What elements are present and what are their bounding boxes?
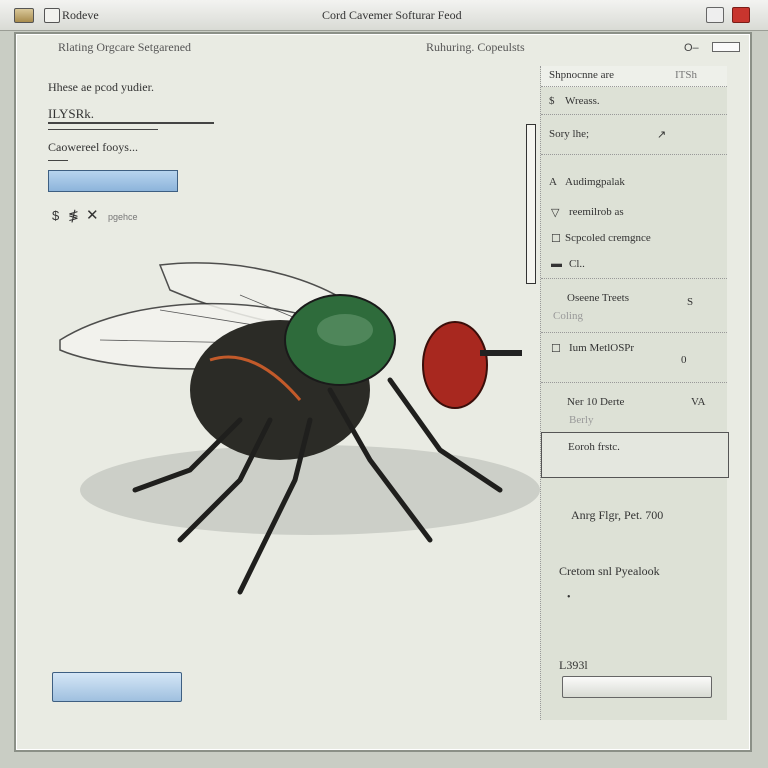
- panel-row-icon: $: [549, 95, 555, 107]
- scrollbar[interactable]: [526, 124, 536, 284]
- panel-row-label[interactable]: Scpcoled cremgnce: [565, 232, 651, 244]
- panel-row-right: 0: [681, 354, 687, 366]
- panel-row-label: Sory lhe;: [549, 128, 590, 140]
- restore-button[interactable]: [706, 7, 724, 23]
- field2-label: Caowereel fooys...: [48, 140, 138, 154]
- panel-row-icon: A: [549, 176, 557, 188]
- panel-row[interactable]: Sory lhe; ↗: [541, 114, 727, 155]
- panel-row-label[interactable]: Audimgpalak: [565, 176, 625, 188]
- info-line-1: Anrg Flgr, Pet. 700: [571, 508, 664, 522]
- bullet-icon: •: [567, 592, 571, 603]
- menu-field[interactable]: [712, 42, 740, 52]
- panel-row-label: Ium MetlOSPr: [569, 342, 635, 354]
- right-panel: Shpnocnne are ITSh $ Wreass. Sory lhe; ↗…: [540, 66, 729, 720]
- close-button[interactable]: [732, 7, 750, 23]
- fly-illustration: [59, 262, 540, 595]
- info-line-3: L393l: [559, 658, 588, 672]
- panel-row-label: Eoroh frstc.: [568, 441, 620, 453]
- thorax-highlight: [317, 314, 373, 346]
- menu-right[interactable]: Ruhuring. Copeulsts: [426, 40, 525, 55]
- bottom-right-button[interactable]: [562, 676, 712, 698]
- field1-underline: [48, 122, 214, 124]
- panel-row-sub: Berly: [569, 414, 594, 426]
- panel-row-label: Wreass.: [565, 95, 600, 107]
- panel-row-right: VA: [691, 396, 706, 408]
- panel-header-label: Shpnocnne are: [549, 69, 615, 81]
- field2-marker: [48, 160, 68, 161]
- info-line-2: Cretom snl Pyealook: [559, 564, 660, 578]
- app-name: Rodeve: [62, 8, 99, 22]
- menu-bar: Rlating Orgcare Setgarened Ruhuring. Cop…: [16, 34, 750, 60]
- panel-row-icon: ☐: [551, 233, 561, 245]
- window-icon: [44, 8, 60, 23]
- panel-row[interactable]: Ner 10 Derte Berly VA: [541, 382, 727, 433]
- menu-left[interactable]: Rlating Orgcare Setgarened: [58, 40, 191, 55]
- tilde-icon[interactable]: ≸: [68, 208, 79, 224]
- field1-label: Hhese ae pcod yudier.: [48, 80, 154, 94]
- dollar-icon[interactable]: $: [52, 208, 59, 223]
- panel-row-icon: ▬: [551, 258, 562, 270]
- panel-row[interactable]: Oseene Treets Coling S: [541, 278, 727, 333]
- arrow-icon: ↗: [657, 129, 667, 141]
- panel-row[interactable]: ☐ Ium MetlOSPr 0: [541, 332, 727, 383]
- panel-row-label[interactable]: reemilrob as: [569, 206, 624, 218]
- panel-row-sub: Coling: [553, 310, 583, 322]
- panel-header-right: ITSh: [675, 69, 697, 81]
- field1-value[interactable]: ILYSRk.: [48, 106, 94, 122]
- bottom-left-button[interactable]: [52, 672, 182, 702]
- field2-input[interactable]: [48, 170, 178, 192]
- panel-list-group: A Audimgpalak ▽ reemilrob as ☐ Scpcoled …: [541, 154, 727, 279]
- toggle-icon[interactable]: O–: [684, 42, 699, 54]
- panel-row-selected[interactable]: Eoroh frstc.: [541, 432, 729, 478]
- panel-row[interactable]: $ Wreass.: [541, 86, 727, 115]
- panel-header: Shpnocnne are ITSh: [541, 66, 727, 87]
- panel-row-right: S: [687, 296, 694, 308]
- panel-row-label[interactable]: Cl..: [569, 258, 585, 270]
- window-title: Cord Cavemer Softurar Feod: [322, 8, 462, 22]
- field1-underline-2: [48, 129, 158, 130]
- panel-row-label: Ner 10 Derte: [567, 396, 625, 408]
- folder-icon[interactable]: [14, 8, 34, 23]
- fly-shadow: [80, 445, 540, 535]
- panel-row-label: Oseene Treets: [567, 292, 630, 304]
- checkbox-icon: ☐: [551, 343, 561, 355]
- tool-label: pgehce: [108, 212, 138, 222]
- title-bar: Rodeve Cord Cavemer Softurar Feod: [0, 0, 768, 31]
- panel-row-icon: ▽: [551, 207, 560, 219]
- fly-eye: [422, 321, 488, 409]
- close-icon[interactable]: ✕: [86, 206, 99, 224]
